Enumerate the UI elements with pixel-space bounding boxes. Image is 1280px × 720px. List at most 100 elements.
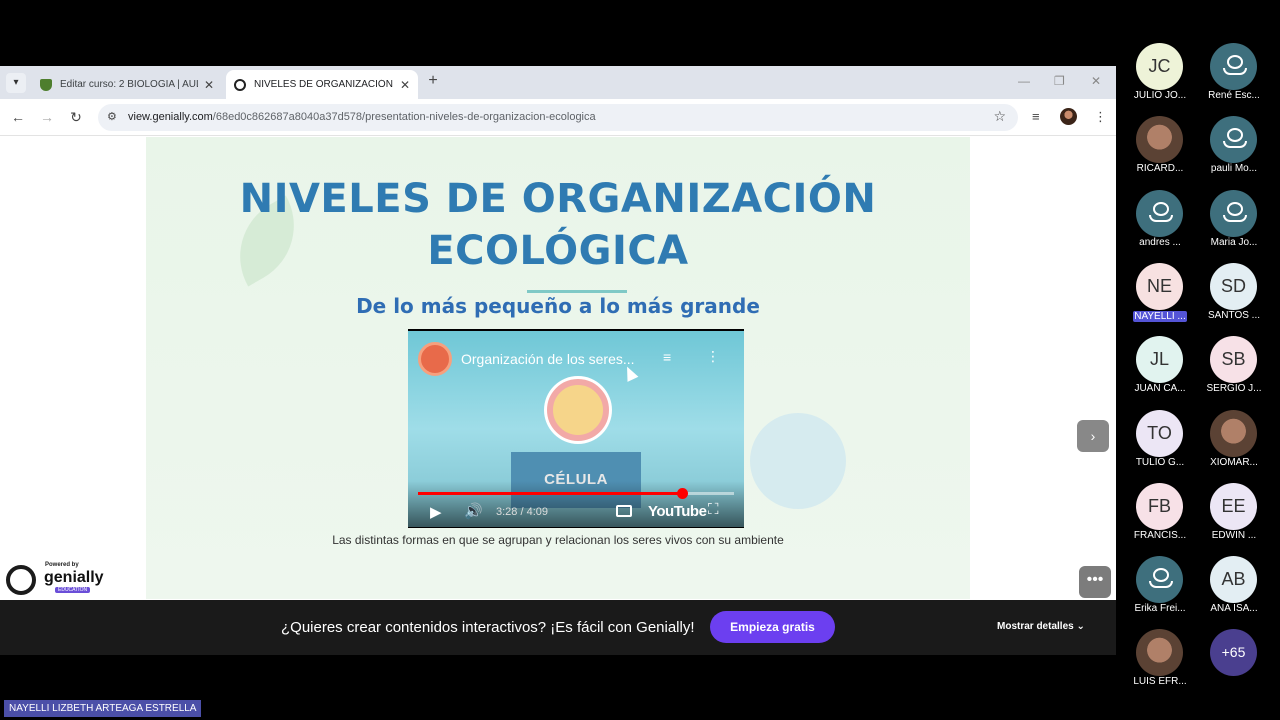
tab-editar-curso[interactable]: Editar curso: 2 BIOLOGIA | AULA ✕ bbox=[32, 70, 222, 99]
meeting-screen: ▾ Editar curso: 2 BIOLOGIA | AULA ✕ NIVE… bbox=[0, 0, 1280, 720]
tab-niveles[interactable]: NIVELES DE ORGANIZACIÓN EC ✕ bbox=[226, 70, 418, 99]
reload-icon[interactable]: ↻ bbox=[68, 109, 84, 126]
participant-tile[interactable]: René Esc... bbox=[1202, 43, 1266, 113]
participant-tile[interactable]: JL JUAN CA... bbox=[1128, 336, 1192, 406]
user-icon bbox=[1136, 556, 1183, 604]
forward-icon[interactable]: → bbox=[39, 109, 55, 125]
avatar: FB bbox=[1136, 482, 1183, 530]
video-title[interactable]: Organización de los seres... bbox=[461, 351, 635, 367]
participant-name: JUAN CA... bbox=[1134, 383, 1186, 395]
user-icon bbox=[1210, 189, 1257, 237]
restore-icon[interactable]: ❐ bbox=[1054, 74, 1065, 88]
close-tab-icon[interactable]: ✕ bbox=[204, 78, 214, 92]
browser-window: ▾ Editar curso: 2 BIOLOGIA | AULA ✕ NIVE… bbox=[0, 66, 1116, 655]
youtube-logo[interactable]: YouTube bbox=[648, 503, 707, 520]
participant-name: JULIO JO... bbox=[1133, 90, 1187, 101]
site-info-icon[interactable]: ⚙ bbox=[107, 110, 121, 124]
avatar: SB bbox=[1210, 336, 1257, 384]
participant-tile[interactable]: andres ... bbox=[1128, 189, 1192, 260]
participant-tile[interactable]: JC JULIO JO... bbox=[1128, 43, 1192, 113]
participant-tile[interactable]: RICARD... bbox=[1128, 116, 1192, 186]
participant-tile[interactable]: FB FRANCIS... bbox=[1128, 482, 1192, 553]
address-bar: ← → ↻ ⚙ view.genially.com/68ed0c862687a8… bbox=[0, 99, 1116, 136]
avatar bbox=[1210, 409, 1257, 457]
avatar: NE bbox=[1136, 262, 1183, 310]
progress-fill bbox=[418, 492, 682, 495]
participant-tile[interactable]: SD SANTOS ... bbox=[1202, 262, 1266, 333]
back-icon[interactable]: ← bbox=[10, 109, 26, 125]
show-details-button[interactable]: Mostrar detalles ⌄ bbox=[997, 621, 1085, 632]
close-tab-icon[interactable]: ✕ bbox=[400, 78, 410, 92]
globe-decoration bbox=[750, 413, 846, 509]
title-line-2: ECOLÓGICA bbox=[427, 228, 689, 274]
tab-search-button[interactable]: ▾ bbox=[6, 73, 26, 93]
participant-name: SERGIO J... bbox=[1206, 383, 1262, 395]
playlist-add-icon[interactable]: ≡ bbox=[663, 349, 671, 365]
progress-bar[interactable] bbox=[418, 488, 734, 499]
close-window-icon[interactable]: ✕ bbox=[1091, 74, 1101, 88]
avatar: JC bbox=[1136, 43, 1183, 90]
participant-name: XIOMAR... bbox=[1210, 456, 1258, 468]
participant-name: Maria Jo... bbox=[1210, 236, 1258, 248]
progress-scrubber[interactable] bbox=[677, 488, 688, 499]
user-icon bbox=[1210, 116, 1257, 164]
participant-name: LUIS EFR... bbox=[1133, 676, 1187, 688]
minimize-icon[interactable]: — bbox=[1018, 74, 1030, 88]
participant-tile[interactable]: Erika Frei... bbox=[1128, 556, 1192, 626]
banner-message: ¿Quieres crear contenidos interactivos? … bbox=[281, 619, 695, 636]
video-more-icon[interactable]: ⋮ bbox=[706, 348, 720, 365]
mouse-cursor-icon bbox=[621, 364, 639, 382]
participant-tile[interactable]: SB SERGIO J... bbox=[1202, 336, 1266, 406]
avatar bbox=[1136, 629, 1183, 677]
participant-tile[interactable]: AB ANA ISA... bbox=[1202, 556, 1266, 626]
avatar: TO bbox=[1136, 409, 1183, 457]
genially-brand-text: genially bbox=[44, 569, 104, 586]
tab-bar: ▾ Editar curso: 2 BIOLOGIA | AULA ✕ NIVE… bbox=[0, 66, 1116, 99]
promo-banner: ¿Quieres crear contenidos interactivos? … bbox=[0, 600, 1116, 655]
genially-favicon-icon bbox=[234, 78, 246, 91]
active-speaker-label: NAYELLI LIZBETH ARTEAGA ESTRELLA bbox=[4, 700, 202, 717]
powered-by-genially[interactable]: Powered by genially EDUCATION bbox=[6, 560, 106, 596]
slide-caption: Las distintas formas en que se agrupan y… bbox=[332, 533, 784, 547]
url-field[interactable]: ⚙ view.genially.com/68ed0c862687a8040a37… bbox=[98, 104, 1018, 131]
participant-name: SANTOS ... bbox=[1207, 309, 1261, 321]
user-icon bbox=[1210, 43, 1257, 90]
fullscreen-icon[interactable]: ⛶ bbox=[708, 501, 719, 518]
presentation-slide: NIVELES DE ORGANIZACIÓN ECOLÓGICA De lo … bbox=[146, 137, 970, 599]
tab-label: NIVELES DE ORGANIZACIÓN EC bbox=[254, 79, 394, 90]
menu-kebab-icon[interactable]: ⋮ bbox=[1094, 109, 1107, 125]
participant-name: EDWIN ... bbox=[1211, 529, 1257, 541]
genially-menu-button[interactable]: ••• bbox=[1079, 566, 1111, 598]
participant-tile[interactable]: TO TULIO G... bbox=[1128, 409, 1192, 480]
youtube-embed[interactable]: CÉLULA Organización de los seres... ≡ ⋮ … bbox=[408, 329, 744, 528]
video-time: 3:28 / 4:09 bbox=[496, 506, 548, 518]
participant-name: FRANCIS... bbox=[1133, 529, 1187, 541]
participant-tile[interactable]: EE EDWIN ... bbox=[1202, 482, 1266, 553]
edition-badge: EDUCATION bbox=[55, 587, 91, 593]
participant-tile[interactable]: Maria Jo... bbox=[1202, 189, 1266, 260]
avatar: SD bbox=[1210, 262, 1257, 310]
bookmark-star-icon[interactable]: ☆ bbox=[993, 108, 1006, 125]
participant-name: René Esc... bbox=[1208, 90, 1260, 101]
avatar: AB bbox=[1210, 556, 1257, 604]
channel-avatar[interactable] bbox=[418, 342, 452, 376]
participant-tile[interactable]: LUIS EFR... bbox=[1128, 629, 1192, 699]
play-icon[interactable]: ▶ bbox=[430, 503, 442, 521]
title-underline bbox=[527, 290, 627, 293]
captions-icon[interactable] bbox=[616, 505, 632, 517]
participant-tile[interactable]: XIOMAR... bbox=[1202, 409, 1266, 480]
volume-icon[interactable]: 🔊 bbox=[464, 502, 483, 520]
next-slide-button[interactable]: › bbox=[1077, 420, 1109, 452]
participant-name: Erika Frei... bbox=[1134, 603, 1186, 615]
media-control-icon[interactable]: ≡ bbox=[1032, 109, 1040, 124]
user-icon bbox=[1136, 189, 1183, 237]
profile-avatar[interactable] bbox=[1060, 108, 1077, 125]
new-tab-icon[interactable]: + bbox=[424, 72, 442, 90]
more-participants-button[interactable]: +65 bbox=[1210, 629, 1257, 676]
details-label: Mostrar detalles bbox=[997, 621, 1074, 632]
video-frame[interactable]: CÉLULA Organización de los seres... ≡ ⋮ … bbox=[408, 331, 744, 527]
participant-tile[interactable]: NE NAYELLI ... bbox=[1128, 262, 1192, 333]
start-free-button[interactable]: Empieza gratis bbox=[710, 611, 835, 643]
participant-tile[interactable]: pauli Mo... bbox=[1202, 116, 1266, 186]
powered-by-text: Powered by bbox=[45, 562, 79, 568]
